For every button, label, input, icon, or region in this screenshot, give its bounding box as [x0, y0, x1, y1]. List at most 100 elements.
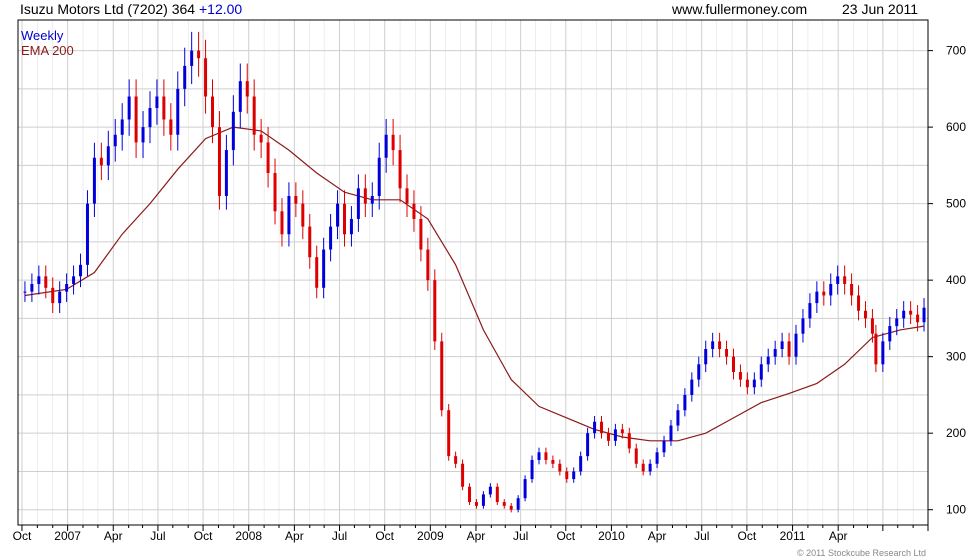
x-tick-label: Apr — [104, 529, 123, 543]
site-link[interactable]: www.fullermoney.com — [672, 1, 807, 17]
bar-body — [916, 314, 920, 323]
weekly-bar — [391, 118, 395, 166]
weekly-bar — [183, 47, 187, 107]
bar-body — [217, 127, 221, 196]
bar-body — [176, 88, 180, 135]
weekly-bar — [447, 404, 451, 461]
weekly-bar — [363, 174, 367, 218]
bar-body — [634, 448, 638, 464]
bar-body — [731, 356, 735, 372]
weekly-bar — [37, 265, 41, 295]
weekly-bar — [474, 499, 478, 509]
bar-body — [169, 119, 173, 135]
bar-body — [301, 203, 305, 227]
bar-body — [676, 410, 680, 426]
weekly-bar — [888, 316, 892, 350]
weekly-bar — [238, 63, 242, 129]
bar-body — [745, 379, 749, 388]
bar-body — [766, 356, 770, 365]
weekly-bar — [745, 372, 749, 395]
weekly-bar — [134, 79, 138, 158]
bar-body — [516, 498, 520, 510]
weekly-bars-layer — [23, 31, 926, 513]
weekly-bar — [523, 475, 527, 502]
weekly-bar — [794, 324, 798, 365]
y-tick-label: 400 — [946, 273, 966, 287]
weekly-bar — [509, 503, 513, 513]
weekly-bar — [857, 285, 861, 321]
bar-body — [704, 349, 708, 365]
bar-body — [280, 211, 284, 235]
bar-body — [148, 107, 152, 128]
weekly-bar — [711, 332, 715, 358]
bar-body — [606, 433, 610, 441]
x-tick-label: Jul — [150, 529, 165, 543]
bar-body — [655, 452, 659, 464]
bar-body — [211, 96, 215, 128]
bar-body — [134, 96, 138, 143]
x-tick-label: 2010 — [598, 529, 625, 543]
x-tick-label: Oct — [556, 529, 575, 543]
weekly-bar — [398, 134, 402, 203]
weekly-bar — [259, 118, 263, 158]
bar-body — [162, 96, 166, 120]
x-tick-label: Apr — [285, 529, 304, 543]
bar-body — [780, 341, 784, 350]
bar-body — [190, 50, 194, 66]
weekly-bar — [481, 491, 485, 509]
bar-body — [155, 96, 159, 108]
weekly-bar — [58, 281, 62, 314]
bar-body — [120, 119, 124, 135]
bar-body — [308, 226, 312, 258]
weekly-bar — [301, 190, 305, 240]
ema-200-line — [24, 126, 925, 442]
weekly-bar — [280, 198, 284, 247]
bar-body — [738, 371, 742, 380]
bar-body — [759, 364, 763, 380]
x-tick-label: 2009 — [417, 529, 444, 543]
bar-body — [697, 364, 701, 380]
chart-date: 23 Jun 2011 — [842, 1, 919, 17]
bar-body — [902, 310, 906, 319]
bar-body — [551, 459, 555, 464]
grid-lines — [18, 20, 929, 525]
weekly-bar — [30, 273, 34, 302]
bar-body — [92, 157, 96, 204]
weekly-bar — [766, 348, 770, 373]
weekly-bar — [648, 459, 652, 476]
bar-body — [141, 127, 145, 143]
bar-body — [183, 65, 187, 89]
bar-body — [37, 276, 41, 284]
weekly-bar — [530, 455, 534, 483]
weekly-bar — [440, 332, 444, 417]
weekly-bar — [836, 265, 840, 295]
weekly-bar — [412, 190, 416, 232]
bar-body — [801, 318, 805, 334]
x-tick-label: Oct — [194, 529, 213, 543]
weekly-bar — [176, 71, 180, 151]
weekly-bar — [655, 447, 659, 469]
weekly-bar — [315, 245, 319, 299]
weekly-bar — [874, 324, 878, 373]
weekly-bar — [881, 332, 885, 373]
bar-body — [273, 173, 277, 212]
weekly-bar — [669, 419, 673, 446]
x-tick-label: Oct — [738, 529, 757, 543]
bar-body — [648, 463, 652, 472]
bar-body — [356, 188, 360, 219]
bar-body — [579, 456, 583, 472]
bar-body — [711, 341, 715, 350]
weekly-bar — [287, 182, 291, 247]
weekly-bar — [551, 455, 555, 469]
x-tick-label: Jul — [332, 529, 347, 543]
bar-body — [398, 150, 402, 189]
bar-body — [106, 146, 110, 166]
bar-body — [370, 195, 374, 204]
weekly-bar — [72, 265, 76, 295]
bar-body — [773, 349, 777, 357]
weekly-bar — [738, 364, 742, 387]
bar-body — [315, 257, 319, 288]
bar-body — [495, 486, 499, 503]
bar-body — [363, 188, 367, 204]
bar-body — [843, 276, 847, 284]
